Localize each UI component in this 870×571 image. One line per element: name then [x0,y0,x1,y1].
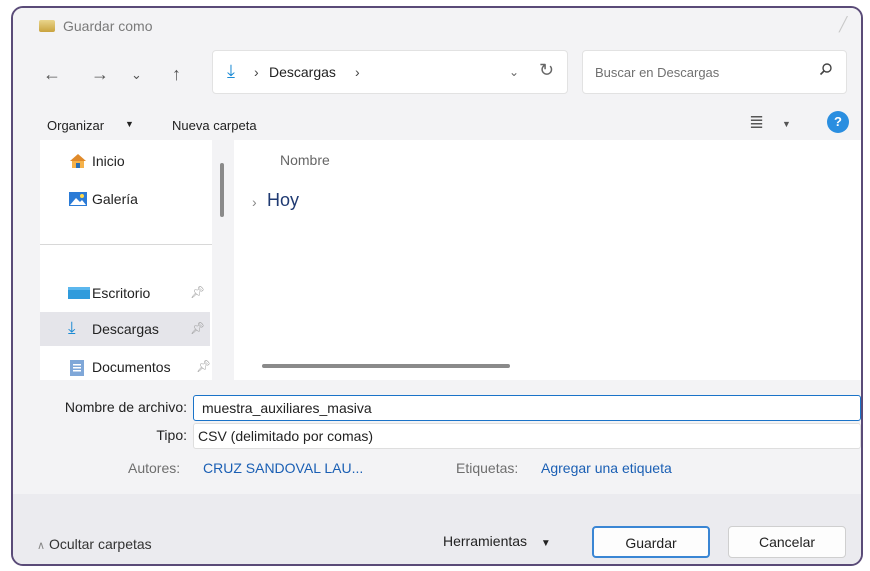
save-as-dialog: Guardar como ╱ ← → ⌄ ↑ ⤓ › Descargas › ⌄… [11,6,863,566]
address-history-chevron-icon[interactable]: ⌄ [509,65,519,79]
navigation-pane: Inicio Galería Escritorio 📌︎ ⤓ Descargas… [40,140,212,380]
gallery-icon [68,191,88,207]
tools-label: Herramientas [443,533,528,549]
file-list [234,140,861,380]
nav-item-galeria[interactable]: Galería [40,182,210,216]
desktop-icon [68,285,90,301]
nav-item-label: Descargas [92,321,159,337]
nav-item-descargas[interactable]: ⤓ Descargas 📌︎ [40,312,210,346]
nav-item-inicio[interactable]: Inicio [40,144,210,178]
nav-pane-divider [40,244,212,245]
new-folder-button[interactable]: Nueva carpeta [172,118,257,133]
type-label: Tipo: [156,427,187,443]
hide-folders-label: Ocultar carpetas [48,536,152,552]
documents-icon [68,359,88,376]
cancel-button[interactable]: Cancelar [728,526,846,558]
nav-item-documentos[interactable]: Documentos 📌︎ [40,350,211,384]
search-box[interactable]: Buscar en Descargas [582,50,847,94]
breadcrumb-descargas[interactable]: Descargas [269,64,336,80]
refresh-icon[interactable]: ↻ [539,60,554,81]
back-arrow-icon[interactable]: ← [43,64,61,84]
caret-down-icon[interactable]: ▼ [782,119,791,129]
breadcrumb-separator-icon[interactable]: › [355,64,360,80]
type-select[interactable]: CSV (delimitado por comas) [193,423,861,449]
pin-icon[interactable]: 📌︎ [190,285,205,299]
window-title: Guardar como [63,18,153,34]
caret-down-icon[interactable]: ▼ [125,119,134,129]
filename-field[interactable]: muestra_auxiliares_masiva [193,395,861,421]
nav-item-label: Galería [92,191,138,207]
group-header-hoy[interactable]: Hoy [267,190,299,211]
nav-item-label: Escritorio [92,285,151,301]
chevron-up-icon: ∧ [37,540,46,552]
organize-button[interactable]: Organizar [47,118,104,133]
address-bar[interactable]: ⤓ › Descargas › ⌄ ↻ [212,50,568,94]
hide-folders-button[interactable]: ∧ Ocultar carpetas [37,536,152,552]
pin-icon[interactable]: 📌︎ [196,359,211,373]
caret-down-icon: ▼ [540,538,551,549]
home-icon [68,153,88,169]
list-view-icon[interactable]: ≣ [749,112,764,133]
authors-label: Autores: [128,460,181,476]
column-header-name[interactable]: Nombre [280,152,330,168]
window-icon [39,20,55,32]
filename-label: Nombre de archivo: [64,399,187,415]
tools-button[interactable]: Herramientas ▼ [443,533,551,549]
close-icon[interactable]: ╱ [839,16,847,33]
download-icon: ⤓ [68,318,76,337]
pin-icon[interactable]: 📌︎ [190,321,205,335]
up-arrow-icon[interactable]: ↑ [172,64,181,84]
recent-locations-chevron-icon[interactable]: ⌄ [131,67,142,83]
download-icon: ⤓ [227,61,235,81]
file-list-scrollbar[interactable] [262,364,510,368]
forward-arrow-icon[interactable]: → [91,64,109,84]
filename-input[interactable]: muestra_auxiliares_masiva [202,400,372,416]
breadcrumb-separator-icon[interactable]: › [254,64,259,80]
nav-item-label: Inicio [92,153,125,169]
search-icon[interactable] [819,62,833,80]
help-icon[interactable]: ? [827,111,849,133]
type-select-value[interactable]: CSV (delimitado por comas) [198,428,373,444]
save-button[interactable]: Guardar [592,526,710,558]
tags-label: Etiquetas: [456,460,519,476]
title-bar: Guardar como ╱ [13,8,861,40]
nav-item-label: Documentos [92,359,171,375]
nav-pane-scrollbar[interactable] [220,163,224,217]
tags-value[interactable]: Agregar una etiqueta [541,460,672,476]
chevron-right-icon[interactable]: › [252,194,257,210]
authors-value[interactable]: CRUZ SANDOVAL LAU... [203,460,363,476]
nav-item-escritorio[interactable]: Escritorio 📌︎ [40,276,210,310]
search-input[interactable]: Buscar en Descargas [595,65,719,80]
